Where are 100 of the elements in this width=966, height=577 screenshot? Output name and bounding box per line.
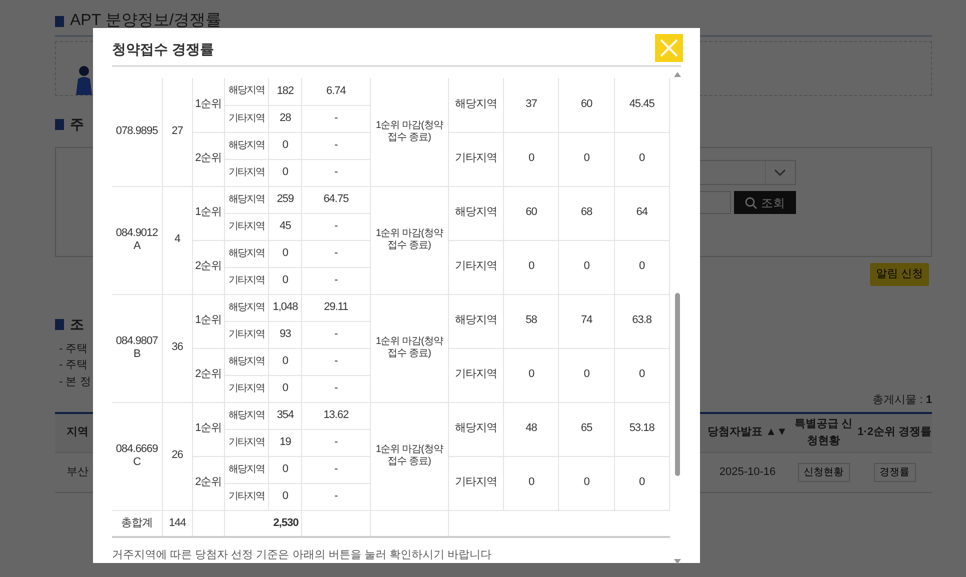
table-cell: 37 [504, 78, 559, 132]
scrollbar-thumb[interactable] [674, 293, 680, 476]
table-cell: 28 [268, 105, 302, 132]
table-cell: 기타지역 [224, 483, 269, 510]
table-cell: 63.8 [614, 294, 670, 348]
table-cell: 64 [614, 186, 670, 240]
table-cell: 0 [558, 240, 614, 294]
table-cell: 총합계 [112, 510, 162, 537]
table-cell: 2순위 [192, 348, 224, 402]
note-text: - 주택 [59, 358, 88, 373]
section-heading: 주 [70, 115, 84, 134]
table-cell: 기타지역 [224, 267, 269, 294]
table-cell: 26 [162, 402, 192, 510]
alert-button[interactable]: 알림 신청 [870, 263, 929, 286]
table-cell: 1순위 [192, 402, 224, 456]
table-cell: 60 [504, 186, 559, 240]
table-cell: 29.11 [302, 294, 370, 321]
table-cell: 2순위 [192, 132, 224, 186]
table-cell: 0 [558, 456, 614, 510]
table-cell: 0 [268, 132, 302, 159]
status-button[interactable]: 신청현황 [798, 462, 850, 482]
table-cell: 1순위 [192, 78, 224, 132]
table-cell-text: 2025-10-16 [718, 464, 777, 480]
section-heading: 조 [70, 314, 84, 334]
page-title: APT 분양정보/경쟁률 [70, 11, 222, 31]
table-cell: 0 [268, 267, 302, 294]
table-cell: 45.45 [614, 78, 670, 132]
table-cell: 기타지역 [448, 240, 504, 294]
table-cell: 해당지역 [448, 186, 504, 240]
column-header: 당첨자발표 ▲▼ [706, 425, 788, 440]
table-cell: 해당지역 [224, 456, 269, 483]
table-cell: 144 [162, 510, 192, 537]
table-cell: 해당지역 [224, 240, 269, 267]
table-cell: 6.74 [302, 78, 370, 105]
table-cell: 13.62 [302, 402, 370, 429]
table-cell: 해당지역 [224, 402, 269, 429]
table-cell-text: 부산 [66, 464, 90, 480]
table-cell: 0 [268, 240, 302, 267]
table-cell: 58 [504, 294, 559, 348]
table-cell: 기타지역 [224, 321, 269, 348]
table-cell: 해당지역 [224, 294, 269, 321]
table-cell: 084.9807 B [112, 294, 162, 402]
table-cell: 36 [162, 294, 192, 402]
table-cell: 53.18 [614, 402, 670, 456]
table-cell: 0 [268, 159, 302, 186]
table-cell: 084.9012 A [112, 186, 162, 294]
table-cell: 해당지역 [224, 348, 269, 375]
table-cell: 0 [558, 348, 614, 402]
search-icon [745, 196, 757, 208]
table-cell: 기타지역 [224, 159, 269, 186]
column-header: 1·2순위 경쟁률 [857, 425, 932, 440]
table-cell: 기타지역 [224, 213, 269, 240]
table-cell: 0 [614, 132, 670, 186]
table-cell: 64.75 [302, 186, 370, 213]
table-cell: 2순위 [192, 240, 224, 294]
table-cell: 0 [614, 456, 670, 510]
scroll-up-icon[interactable] [674, 72, 680, 77]
table-cell: 0 [504, 456, 559, 510]
note-text: 거주지역에 따른 당첨자 선정 기준은 아래의 버튼을 눌러 확인하시기 바랍니다 [112, 548, 493, 563]
table-cell: 27 [162, 78, 192, 186]
table-cell: 93 [268, 321, 302, 348]
column-header: 지역 [66, 425, 90, 440]
table-cell: 0 [614, 348, 670, 402]
table-cell: 45 [268, 213, 302, 240]
table-cell: 0 [504, 240, 559, 294]
table-cell: 0 [268, 456, 302, 483]
table-cell: 084.6669 C [112, 402, 162, 510]
table-cell: 기타지역 [224, 375, 269, 402]
table-cell: 해당지역 [448, 402, 504, 456]
close-button[interactable] [655, 34, 683, 62]
scroll-down-icon[interactable] [674, 558, 680, 564]
table-cell: 48 [504, 402, 559, 456]
table-cell: 182 [268, 78, 302, 105]
close-icon [660, 39, 678, 57]
note-text: - 주택 [59, 342, 88, 356]
note-text: - 본 정 [59, 374, 91, 390]
table-cell: 1순위 마감(청약 접수 종료) [370, 78, 448, 186]
table-cell: 해당지역 [224, 132, 269, 159]
person-illustration [74, 65, 94, 95]
table-cell: 기타지역 [224, 429, 269, 456]
book-icon [55, 318, 64, 330]
table-cell: 0 [558, 132, 614, 186]
table-cell: 60 [558, 78, 614, 132]
table-cell: 해당지역 [224, 78, 269, 105]
table-cell: 0 [504, 132, 559, 186]
table-cell: 1순위 마감(청약 접수 종료) [370, 402, 448, 510]
table-cell: 4 [162, 186, 192, 294]
total-count: 총게시물 : 1 [872, 393, 932, 408]
table-cell: 259 [268, 186, 302, 213]
table-cell: 기타지역 [224, 105, 269, 132]
rate-button[interactable]: 경쟁률 [874, 462, 916, 482]
table-cell: 기타지역 [448, 348, 504, 402]
table-cell: 해당지역 [448, 78, 504, 132]
table-cell: 1순위 마감(청약 접수 종료) [370, 294, 448, 402]
search-button[interactable]: 조회 [734, 191, 796, 214]
book-icon [55, 119, 64, 130]
table-cell: 기타지역 [448, 132, 504, 186]
table-cell: 해당지역 [224, 186, 269, 213]
table-cell: 19 [268, 429, 302, 456]
table-cell: 078.9895 [112, 78, 162, 186]
